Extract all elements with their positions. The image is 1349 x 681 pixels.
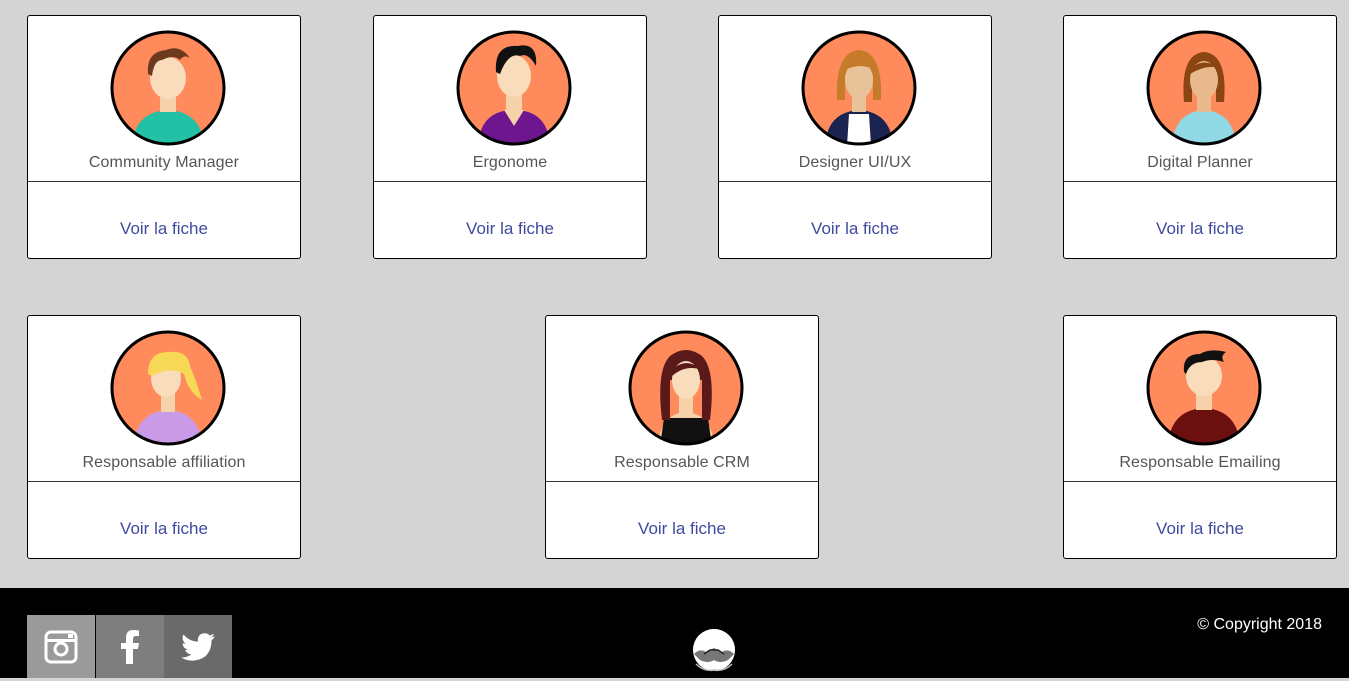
avatar <box>1146 30 1262 146</box>
view-profile-link[interactable]: Voir la fiche <box>1064 519 1336 539</box>
job-card: Ergonome Voir la fiche <box>373 15 647 259</box>
avatar <box>456 30 572 146</box>
avatar <box>801 30 917 146</box>
view-profile-link[interactable]: Voir la fiche <box>1064 219 1336 239</box>
facebook-link[interactable] <box>96 615 164 678</box>
divider <box>28 181 300 182</box>
divider <box>28 481 300 482</box>
avatar <box>1146 330 1262 446</box>
job-card: Responsable CRM Voir la fiche <box>545 315 819 559</box>
instagram-icon <box>44 630 78 663</box>
job-title: Community Manager <box>88 154 240 171</box>
view-profile-link[interactable]: Voir la fiche <box>28 519 300 539</box>
handshake-icon <box>693 629 735 672</box>
job-card: Community Manager Voir la fiche <box>27 15 301 259</box>
view-profile-link[interactable]: Voir la fiche <box>374 219 646 239</box>
divider <box>719 181 991 182</box>
job-title: Responsable Emailing <box>1119 454 1281 471</box>
view-profile-link[interactable]: Voir la fiche <box>546 519 818 539</box>
avatar <box>110 30 226 146</box>
job-card: Responsable Emailing Voir la fiche <box>1063 315 1337 559</box>
job-title: Designer UI/UX <box>798 154 912 171</box>
job-card: Designer UI/UX Voir la fiche <box>718 15 992 259</box>
view-profile-link[interactable]: Voir la fiche <box>719 219 991 239</box>
copyright-text: © Copyright 2018 <box>1197 616 1322 633</box>
handshake-logo <box>690 626 738 681</box>
view-profile-link[interactable]: Voir la fiche <box>28 219 300 239</box>
job-title: Ergonome <box>472 154 548 171</box>
job-title: Digital Planner <box>1147 154 1253 171</box>
twitter-icon <box>181 632 215 661</box>
divider <box>1064 181 1336 182</box>
facebook-icon <box>121 629 139 664</box>
job-title: Responsable affiliation <box>82 454 246 471</box>
job-card: Digital Planner Voir la fiche <box>1063 15 1337 259</box>
divider <box>1064 481 1336 482</box>
twitter-link[interactable] <box>164 615 232 678</box>
instagram-link[interactable] <box>27 615 95 678</box>
avatar <box>628 330 744 446</box>
job-title: Responsable CRM <box>614 454 750 471</box>
footer: © Copyright 2018 <box>0 588 1349 678</box>
divider <box>374 181 646 182</box>
job-card: Responsable affiliation Voir la fiche <box>27 315 301 559</box>
divider <box>546 481 818 482</box>
avatar <box>110 330 226 446</box>
